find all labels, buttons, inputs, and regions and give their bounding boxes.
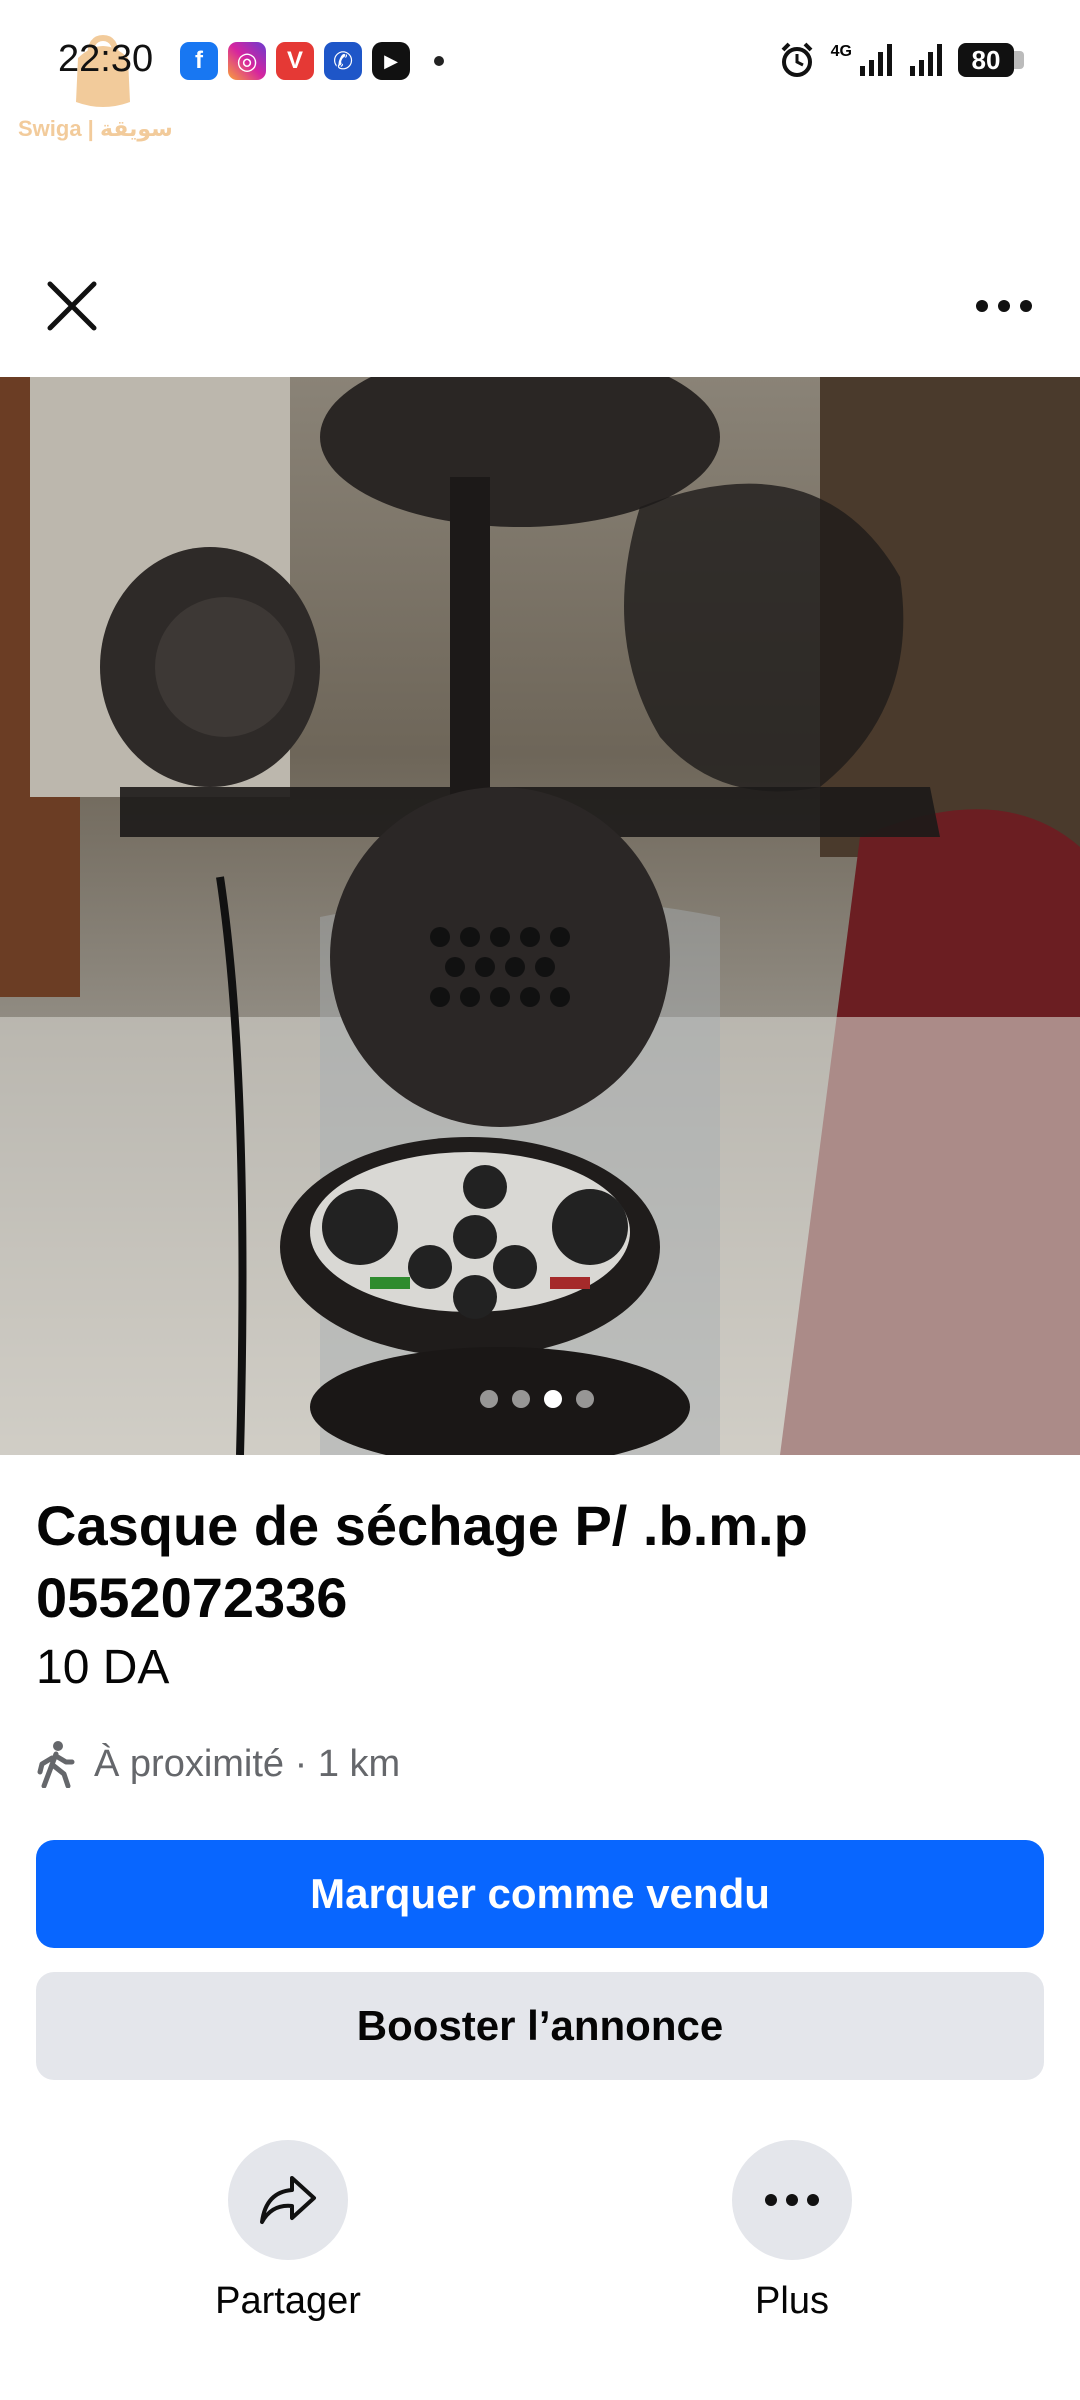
carousel-dot-active[interactable]	[544, 1390, 562, 1408]
signal-2-icon	[910, 44, 942, 76]
notification-app-icons: f ◎ V ✆ ▶	[180, 42, 444, 80]
location-text: À proximité · 1 km	[94, 1742, 401, 1785]
phone-app-icon: ✆	[324, 42, 362, 80]
facebook-icon: f	[180, 42, 218, 80]
youtube-icon: ▶	[372, 42, 410, 80]
more-options-button[interactable]	[964, 272, 1044, 340]
viber-like-icon: V	[276, 42, 314, 80]
watermark-text: Swiga | سويقة	[18, 116, 173, 141]
hair-dryer-hood-image	[0, 377, 1080, 1455]
listing-price: 10 DA	[36, 1641, 170, 1694]
carousel-dot[interactable]	[576, 1390, 594, 1408]
more-button[interactable]	[732, 2140, 852, 2260]
share-arrow-icon	[260, 2176, 316, 2224]
share-label: Partager	[215, 2280, 361, 2322]
signal-icon	[860, 44, 892, 76]
status-time: 22:30	[58, 38, 154, 80]
alarm-icon	[781, 42, 813, 77]
close-button[interactable]	[38, 272, 106, 340]
photo-carousel-dots	[480, 1390, 594, 1408]
battery-indicator: 80	[958, 43, 1024, 77]
listing-page: Swiga | سويقة 22:30 f ◎ V ✆ ▶ 4G 80 Casq…	[0, 0, 1080, 2400]
status-bar: Swiga | سويقة 22:30 f ◎ V ✆ ▶ 4G 80	[0, 0, 1080, 141]
more-horizontal-icon	[976, 300, 1032, 312]
listing-photo[interactable]	[0, 377, 1080, 1455]
close-icon	[47, 281, 97, 331]
share-button[interactable]	[228, 2140, 348, 2260]
share-action[interactable]: Partager	[168, 2140, 408, 2323]
more-dots-icon	[765, 2194, 819, 2206]
network-type: 4G	[830, 43, 852, 60]
carousel-dot[interactable]	[512, 1390, 530, 1408]
carousel-dot[interactable]	[480, 1390, 498, 1408]
more-action[interactable]: Plus	[672, 2140, 912, 2323]
mark-as-sold-button[interactable]: Marquer comme vendu	[36, 1840, 1044, 1948]
listing-location: À proximité · 1 km	[36, 1740, 400, 1788]
more-label: Plus	[755, 2280, 829, 2322]
listing-title: Casque de séchage P/ .b.m.p 0552072336	[36, 1490, 1046, 1634]
boost-listing-button[interactable]: Booster l’annonce	[36, 1972, 1044, 2080]
more-notifications-dot	[434, 56, 444, 66]
top-bar	[0, 250, 1080, 350]
listing-title-line2: 0552072336	[36, 1566, 348, 1629]
walking-person-icon	[37, 1741, 75, 1788]
status-indicators: 4G 80	[777, 40, 1024, 80]
listing-title-line1: Casque de séchage P/ .b.m.p	[36, 1494, 808, 1557]
instagram-icon: ◎	[228, 42, 266, 80]
